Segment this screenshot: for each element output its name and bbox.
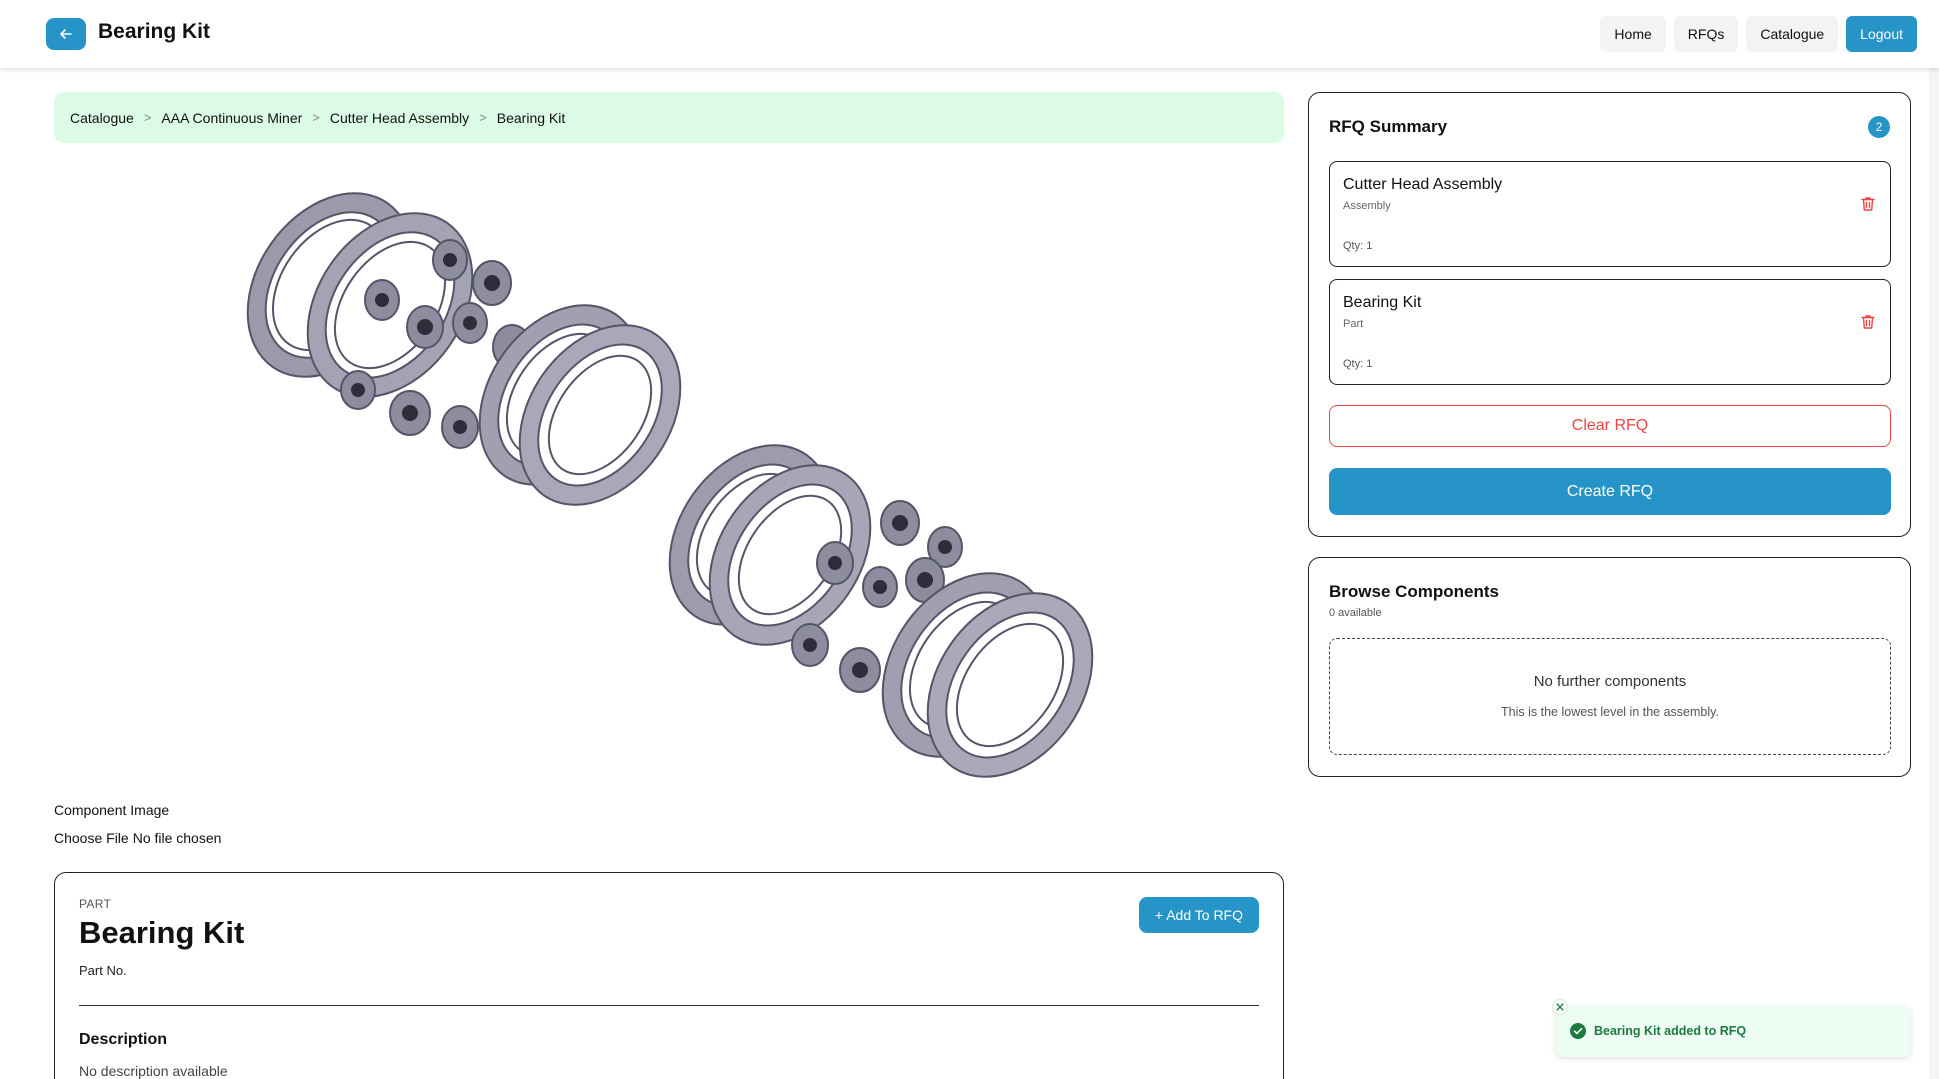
top-bar: Bearing Kit Home RFQs Catalogue Logout (0, 0, 1939, 68)
choose-file-button[interactable]: Choose File (54, 830, 129, 846)
breadcrumb-separator: > (312, 110, 320, 125)
components-count: 0 available (1329, 607, 1382, 619)
bearing-kit-illustration (246, 192, 1094, 778)
nav-rfqs-button[interactable]: RFQs (1673, 16, 1739, 52)
rfq-item-name: Cutter Head Assembly (1343, 176, 1503, 193)
trash-icon (1861, 315, 1875, 329)
nav-home-button[interactable]: Home (1600, 16, 1666, 52)
toast-notification: Bearing Kit added to RFQ (1552, 999, 1911, 1057)
remove-rfq-item-button[interactable] (1858, 312, 1878, 332)
nav-catalogue-button[interactable]: Catalogue (1746, 16, 1839, 52)
browse-components-panel: Browse Components 0 available No further… (1308, 557, 1911, 777)
rfq-item: Bearing Kit Part Qty: 1 (1329, 279, 1891, 385)
clear-rfq-button[interactable]: Clear RFQ (1329, 405, 1891, 447)
breadcrumb-separator: > (143, 110, 152, 125)
rfq-item-qty: Qty: 1 (1343, 240, 1373, 252)
rfq-item-type: Part (1343, 318, 1364, 330)
description-text: No description available (79, 1063, 228, 1079)
component-image (220, 165, 1120, 790)
add-to-rfq-button[interactable]: + Add To RFQ (1138, 897, 1259, 933)
breadcrumb-item-machine[interactable]: AAA Continuous Miner (161, 110, 302, 126)
toast-close-button[interactable] (1552, 999, 1568, 1015)
vertical-scrollbar[interactable] (1929, 68, 1939, 1079)
top-nav: Home RFQs Catalogue Logout (1600, 16, 1917, 52)
rfq-item-qty: Qty: 1 (1343, 358, 1373, 370)
toast-message: Bearing Kit added to RFQ (1594, 1024, 1747, 1038)
breadcrumb-separator: > (479, 110, 487, 125)
logout-button[interactable]: Logout (1846, 16, 1917, 52)
part-details-card: PART Bearing Kit Part No. + Add To RFQ D… (54, 872, 1284, 1079)
create-rfq-button[interactable]: Create RFQ (1329, 468, 1891, 515)
rfq-item-type: Assembly (1343, 200, 1391, 212)
breadcrumb-item-current: Bearing Kit (496, 109, 566, 126)
item-title: Bearing Kit (79, 915, 245, 950)
rfq-count-badge: 2 (1868, 116, 1890, 138)
divider (79, 1005, 1259, 1006)
back-button[interactable] (46, 18, 86, 50)
part-number-label: Part No. (79, 963, 127, 978)
rfq-summary-panel: RFQ Summary 2 Cutter Head Assembly Assem… (1308, 92, 1911, 537)
component-image-label: Component Image (54, 802, 170, 818)
page-title: Bearing Kit (98, 20, 211, 43)
item-kind-label: PART (79, 897, 112, 911)
breadcrumb-item-catalogue[interactable]: Catalogue (70, 110, 134, 126)
file-input[interactable]: Choose File No file chosen (54, 830, 221, 846)
rfq-item-name: Bearing Kit (1343, 294, 1422, 311)
close-icon (1556, 1003, 1564, 1011)
breadcrumb-item-assembly[interactable]: Cutter Head Assembly (330, 110, 469, 126)
check-circle-icon (1570, 1023, 1586, 1039)
remove-rfq-item-button[interactable] (1858, 194, 1878, 214)
browse-components-title: Browse Components (1329, 582, 1500, 601)
empty-state-title: No further components (1533, 673, 1687, 690)
rfq-summary-title: RFQ Summary (1329, 117, 1448, 136)
breadcrumb: Catalogue > AAA Continuous Miner > Cutte… (54, 92, 1284, 143)
trash-icon (1861, 197, 1875, 211)
description-heading: Description (79, 1031, 168, 1048)
arrow-left-icon (60, 29, 72, 39)
file-status: No file chosen (132, 830, 222, 846)
rfq-item: Cutter Head Assembly Assembly Qty: 1 (1329, 161, 1891, 267)
empty-state-subtitle: This is the lowest level in the assembly… (1501, 705, 1719, 719)
empty-state: No further components This is the lowest… (1329, 638, 1891, 755)
